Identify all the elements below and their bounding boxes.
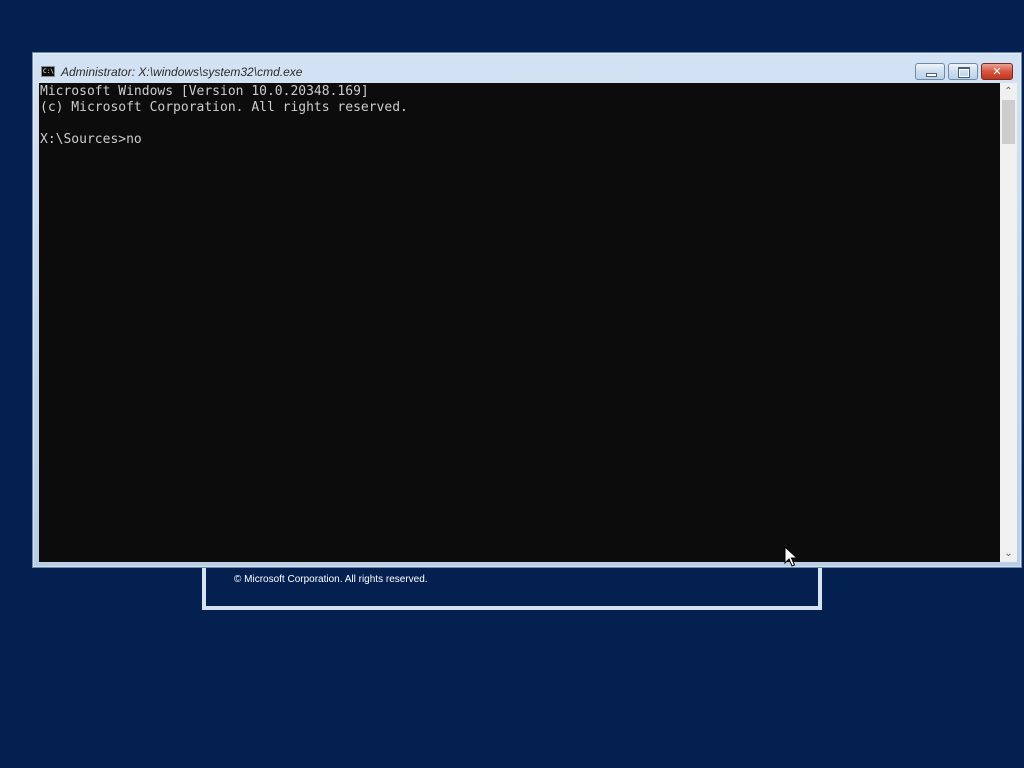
scroll-down-arrow-icon[interactable]: ⌄ — [1000, 545, 1017, 562]
window-title: Administrator: X:\windows\system32\cmd.e… — [61, 65, 303, 79]
close-icon: ✕ — [992, 65, 1002, 78]
vertical-scrollbar[interactable]: ⌃ ⌄ — [1000, 83, 1017, 562]
setup-copyright-text: © Microsoft Corporation. All rights rese… — [234, 574, 428, 585]
title-bar[interactable]: C:\ Administrator: X:\windows\system32\c… — [33, 53, 1021, 83]
console-line-copyright: (c) Microsoft Corporation. All rights re… — [40, 100, 408, 115]
cmd-icon: C:\ — [41, 66, 55, 77]
close-button[interactable]: ✕ — [981, 63, 1013, 80]
scroll-thumb[interactable] — [1002, 100, 1015, 144]
maximize-button[interactable] — [948, 63, 978, 80]
maximize-icon — [958, 67, 970, 78]
scroll-up-arrow-icon[interactable]: ⌃ — [1000, 83, 1017, 100]
console-window[interactable]: C:\ Administrator: X:\windows\system32\c… — [32, 52, 1022, 568]
command-prompt-line[interactable]: X:\Sources>no — [40, 132, 142, 148]
console-output[interactable]: Microsoft Windows [Version 10.0.20348.16… — [39, 83, 1000, 562]
minimize-icon — [926, 73, 937, 77]
desktop-background: © Microsoft Corporation. All rights rese… — [0, 0, 1024, 768]
mouse-pointer-icon — [784, 546, 798, 567]
minimize-button[interactable] — [915, 63, 945, 80]
console-line-version: Microsoft Windows [Version 10.0.20348.16… — [40, 84, 369, 99]
